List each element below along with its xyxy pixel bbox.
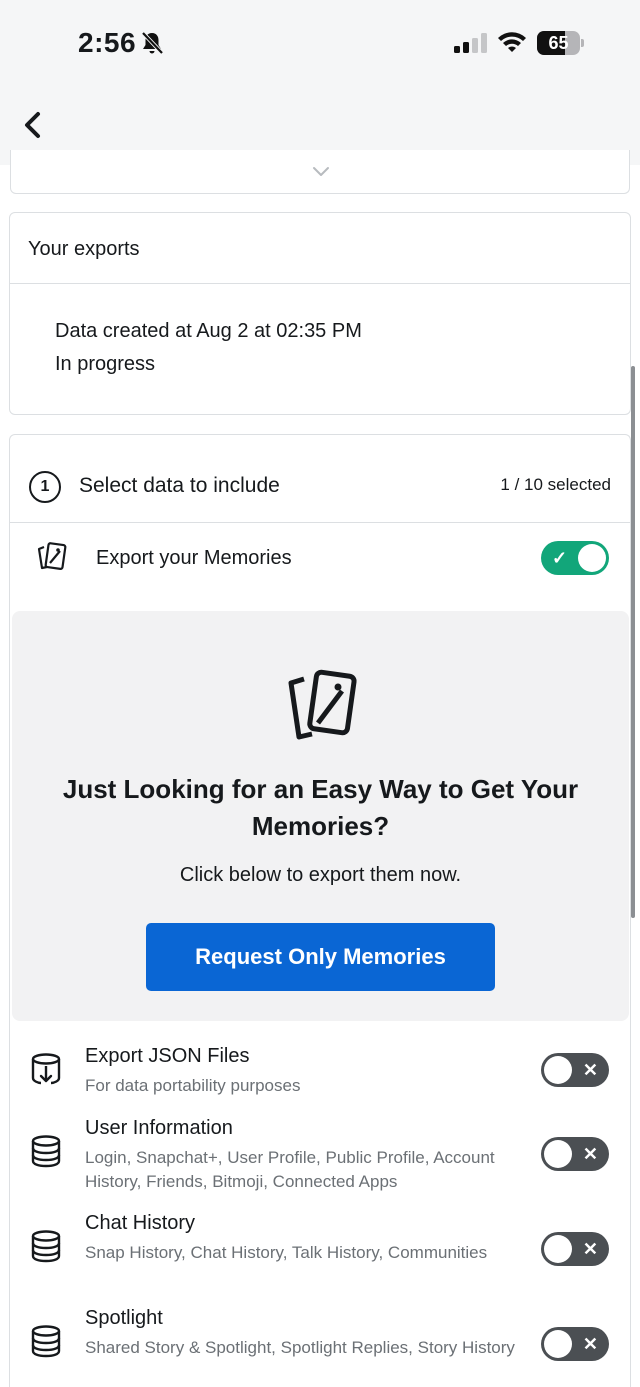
data-item-user-information: User Information Login, Snapchat+, User … <box>10 1117 630 1197</box>
status-time: 2:56 <box>78 27 137 58</box>
selected-count: 1 / 10 selected <box>500 475 611 494</box>
check-icon: ✓ <box>552 548 568 568</box>
data-item-title: Chat History <box>85 1212 196 1234</box>
battery-icon: 65 <box>537 31 585 55</box>
data-item-title: Spotlight <box>85 1307 163 1329</box>
data-item-title: Export JSON Files <box>85 1045 250 1067</box>
step-number-badge: 1 <box>29 471 61 503</box>
memories-icon <box>288 669 357 740</box>
toggle-knob <box>544 1330 572 1358</box>
export-status: In progress <box>55 353 156 375</box>
database-icon <box>31 1325 61 1358</box>
data-item-description: Shared Story & Spotlight, Spotlight Repl… <box>85 1338 515 1357</box>
toggle-knob <box>544 1140 572 1168</box>
bell-muted-icon <box>141 31 164 55</box>
collapsed-section-card[interactable] <box>10 150 630 194</box>
wifi-icon <box>498 32 526 52</box>
data-item-spotlight: Spotlight Shared Story & Spotlight, Spot… <box>10 1307 630 1387</box>
spotlight-toggle[interactable]: ✕ <box>541 1327 609 1361</box>
memories-promo-panel: Just Looking for an Easy Way to Get Your… <box>12 611 629 1021</box>
export-created-date: Data created at Aug 2 at 02:35 PM <box>55 320 362 342</box>
export-download-icon <box>31 1053 61 1085</box>
export-memories-toggle[interactable]: ✓ <box>541 541 609 575</box>
scrollbar[interactable] <box>631 366 635 918</box>
data-item-export-json: Export JSON Files For data portability p… <box>10 1045 630 1105</box>
promo-subtitle: Click below to export them now. <box>179 864 462 886</box>
data-item-description: For data portability purposes <box>85 1076 301 1095</box>
top-bar: 2:56 65 <box>0 0 640 165</box>
close-icon: ✕ <box>582 1239 598 1259</box>
close-icon: ✕ <box>582 1334 598 1354</box>
exports-title: Your exports <box>28 238 140 260</box>
divider <box>10 283 630 284</box>
toggle-knob <box>544 1056 572 1084</box>
back-chevron-icon[interactable] <box>14 105 54 145</box>
data-item-description: Snap History, Chat History, Talk History… <box>85 1243 488 1262</box>
export-memories-label: Export your Memories <box>96 547 292 569</box>
data-item-description: Login, Snapchat+, User Profile, Public P… <box>85 1148 495 1191</box>
select-data-title: Select data to include <box>79 474 280 497</box>
close-icon: ✕ <box>582 1144 598 1164</box>
database-icon <box>31 1135 61 1168</box>
battery-percentage: 65 <box>548 33 569 53</box>
divider <box>10 522 630 523</box>
promo-title: Just Looking for an Easy Way to Get Your… <box>62 774 579 841</box>
chat-history-toggle[interactable]: ✕ <box>541 1232 609 1266</box>
database-icon <box>31 1230 61 1263</box>
data-item-chat-history: Chat History Snap History, Chat History,… <box>10 1212 630 1292</box>
data-item-title: User Information <box>85 1117 233 1139</box>
memories-icon <box>37 542 67 570</box>
export-json-toggle[interactable]: ✕ <box>541 1053 609 1087</box>
toggle-knob <box>578 544 606 572</box>
select-data-card: 1 Select data to include 1 / 10 selected… <box>9 434 631 1387</box>
cellular-signal-icon <box>454 33 487 53</box>
user-information-toggle[interactable]: ✕ <box>541 1137 609 1171</box>
exports-card: Your exports Data created at Aug 2 at 02… <box>9 212 631 415</box>
close-icon: ✕ <box>582 1060 598 1080</box>
chevron-down-icon[interactable] <box>311 164 331 178</box>
toggle-knob <box>544 1235 572 1263</box>
request-only-memories-button[interactable]: Request Only Memories <box>146 923 495 991</box>
